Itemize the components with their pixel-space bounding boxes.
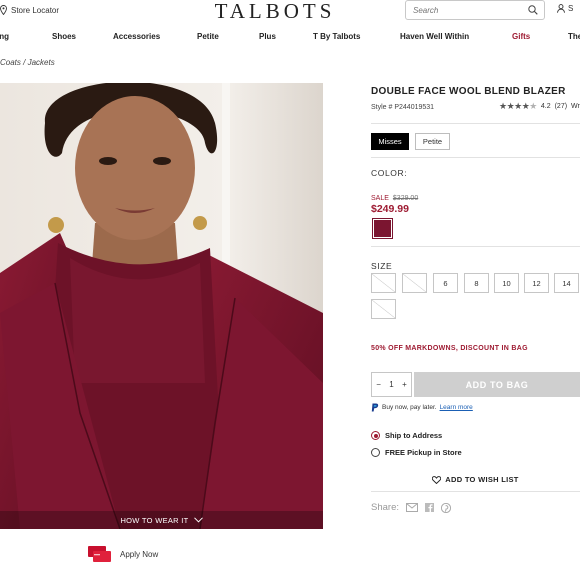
sale-label: SALE bbox=[371, 195, 389, 202]
free-pickup-option[interactable]: FREE Pickup in Store bbox=[371, 448, 462, 457]
credit-card-icon bbox=[88, 546, 111, 562]
model-photo bbox=[0, 83, 323, 529]
rating-value: 4.2 bbox=[540, 103, 551, 110]
write-review-link[interactable]: Wr bbox=[571, 103, 580, 110]
account-link[interactable]: S bbox=[557, 4, 573, 13]
divider bbox=[371, 246, 580, 247]
radio-unselected-icon[interactable] bbox=[371, 448, 380, 457]
add-to-wishlist-button[interactable]: ADD TO WISH LIST bbox=[371, 475, 580, 484]
free-pickup-label: FREE Pickup in Store bbox=[385, 448, 462, 457]
nav-item-gifts[interactable]: Gifts bbox=[512, 32, 530, 41]
quantity-value[interactable]: 1 bbox=[389, 380, 393, 389]
increase-quantity-button[interactable]: + bbox=[402, 380, 407, 389]
ship-to-address-label: Ship to Address bbox=[385, 431, 443, 440]
color-label: COLOR: bbox=[371, 168, 408, 178]
size-option-12[interactable]: 12 bbox=[524, 273, 549, 293]
size-label: SIZE bbox=[371, 261, 393, 271]
how-to-wear-toggle[interactable]: HOW TO WEAR IT bbox=[0, 511, 323, 529]
wishlist-label: ADD TO WISH LIST bbox=[445, 475, 519, 484]
search-box[interactable] bbox=[405, 0, 545, 20]
product-title: DOUBLE FACE WOOL BLEND BLAZER bbox=[371, 86, 566, 97]
email-icon[interactable] bbox=[406, 503, 418, 512]
ship-to-address-option[interactable]: Ship to Address bbox=[371, 431, 442, 440]
size-option-unavailable[interactable] bbox=[402, 273, 427, 293]
nav-item-petite[interactable]: Petite bbox=[197, 32, 219, 41]
divider bbox=[371, 123, 580, 124]
search-input[interactable] bbox=[413, 3, 513, 17]
product-image[interactable] bbox=[0, 83, 323, 529]
how-to-wear-label: HOW TO WEAR IT bbox=[120, 515, 189, 525]
size-option-8[interactable]: 8 bbox=[464, 273, 489, 293]
size-option-10[interactable]: 10 bbox=[494, 273, 519, 293]
radio-selected-icon[interactable] bbox=[371, 431, 380, 440]
top-navigation: ing Shoes Accessories Petite Plus T By T… bbox=[0, 32, 580, 44]
size-option-14[interactable]: 14 bbox=[554, 273, 579, 293]
search-icon[interactable] bbox=[528, 5, 538, 15]
size-option-6[interactable]: 6 bbox=[433, 273, 458, 293]
nav-item-haven-well-within[interactable]: Haven Well Within bbox=[400, 32, 469, 41]
heart-icon bbox=[432, 475, 442, 484]
divider bbox=[371, 491, 580, 492]
add-to-bag-button[interactable]: ADD TO BAG bbox=[414, 372, 580, 397]
nav-item-plus[interactable]: Plus bbox=[259, 32, 276, 41]
size-option-unavailable[interactable] bbox=[371, 299, 396, 319]
pinterest-icon[interactable] bbox=[441, 502, 451, 513]
fit-option-petite[interactable]: Petite bbox=[415, 133, 450, 150]
rating-count[interactable]: (27) bbox=[555, 103, 567, 110]
decrease-quantity-button[interactable]: − bbox=[376, 380, 381, 389]
nav-item-t-by-talbots[interactable]: T By Talbots bbox=[313, 32, 360, 41]
sale-price: $249.99 bbox=[371, 203, 409, 215]
divider bbox=[371, 157, 580, 158]
quantity-stepper[interactable]: − 1 + bbox=[371, 372, 412, 397]
nav-item-accessories[interactable]: Accessories bbox=[113, 32, 160, 41]
size-option-unavailable[interactable] bbox=[371, 273, 396, 293]
user-icon bbox=[557, 4, 565, 13]
product-rating[interactable]: ★★★★★ 4.2 (27) Wr bbox=[499, 101, 580, 112]
fit-option-misses[interactable]: Misses bbox=[371, 133, 409, 150]
account-label: S bbox=[568, 4, 574, 13]
paypal-text: Buy now, pay later. bbox=[382, 404, 437, 411]
original-price: $329.00 bbox=[392, 195, 419, 202]
learn-more-link[interactable]: Learn more bbox=[440, 404, 473, 411]
paypal-icon bbox=[371, 403, 379, 412]
markdown-message: 50% OFF MARKDOWNS, DISCOUNT IN BAG bbox=[371, 345, 528, 352]
style-number: Style # P244019531 bbox=[371, 104, 435, 111]
nav-item-clothing[interactable]: ing bbox=[0, 32, 9, 41]
apply-now-link[interactable]: Apply Now bbox=[120, 550, 158, 559]
nav-item-the[interactable]: The bbox=[568, 32, 580, 41]
share-row: Share: bbox=[371, 502, 451, 513]
star-rating-icon: ★★★★★ bbox=[499, 101, 537, 111]
nav-item-shoes[interactable]: Shoes bbox=[52, 32, 76, 41]
paypal-pay-later: Buy now, pay later. Learn more bbox=[371, 403, 473, 412]
facebook-icon[interactable] bbox=[425, 503, 434, 512]
breadcrumb[interactable]: Coats / Jackets bbox=[0, 58, 55, 67]
chevron-down-icon bbox=[193, 517, 203, 523]
price-sale-line: SALE $329.00 bbox=[371, 195, 418, 202]
share-label: Share: bbox=[371, 502, 399, 513]
color-swatch-burgundy[interactable] bbox=[372, 218, 393, 239]
